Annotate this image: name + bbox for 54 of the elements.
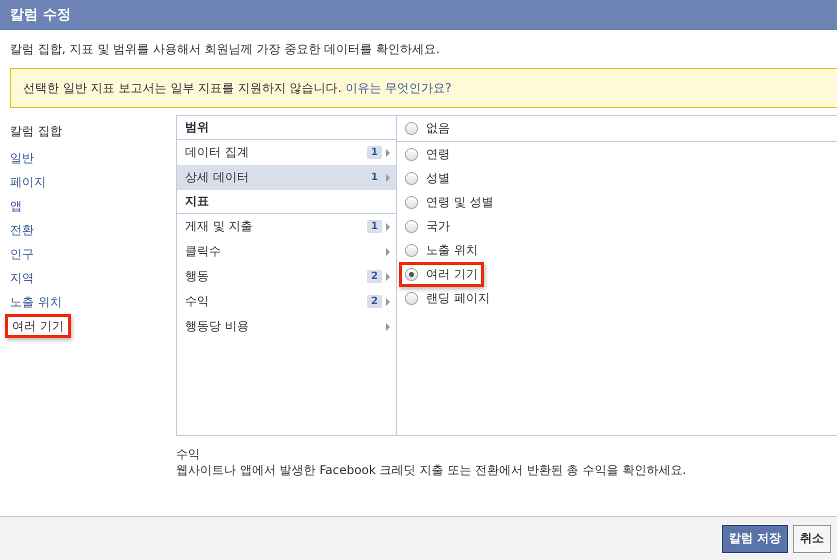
- count-badge: 2: [367, 295, 382, 308]
- sidebar-item[interactable]: 여러 기기: [5, 314, 71, 338]
- arrow-icon: [386, 148, 390, 156]
- count-badge: 1: [367, 146, 382, 159]
- arrow-icon: [386, 222, 390, 230]
- dialog-title: 칼럼 수정: [10, 6, 71, 24]
- arrow-icon: [386, 174, 390, 182]
- count-badge: 1: [367, 220, 382, 233]
- category-item[interactable]: 행동 2: [177, 264, 396, 289]
- radio-button[interactable]: [405, 292, 418, 304]
- sidebar-item[interactable]: 인구: [8, 242, 36, 266]
- arrow-icon: [386, 248, 390, 256]
- radio-option[interactable]: 여러 기기: [399, 262, 484, 286]
- section-heading: 범위: [177, 116, 396, 140]
- radio-button[interactable]: [405, 148, 418, 160]
- category-item[interactable]: 데이터 집계 1: [177, 140, 396, 165]
- category-item[interactable]: 행동당 비용: [177, 314, 396, 339]
- category-item[interactable]: 게재 및 지출 1: [177, 214, 396, 239]
- radio-option[interactable]: 성별: [399, 166, 456, 190]
- sidebar-item[interactable]: 전환: [8, 218, 36, 242]
- arrow-icon: [386, 322, 390, 330]
- arrow-icon: [386, 298, 390, 306]
- sidebar-item[interactable]: 페이지: [8, 170, 48, 194]
- radio-button[interactable]: [405, 122, 418, 135]
- subtitle-text: 칼럼 집합, 지표 및 범위를 사용해서 회원님께 가장 중요한 데이터를 확인하세요.: [9, 41, 441, 58]
- radio-option[interactable]: 노출 위치: [399, 238, 484, 262]
- radio-option[interactable]: 없음: [399, 116, 456, 141]
- count-badge: 2: [367, 270, 382, 283]
- category-item[interactable]: 클릭수: [177, 239, 396, 264]
- radio-button[interactable]: [405, 268, 418, 280]
- radio-option[interactable]: 연령 및 성별: [399, 190, 500, 214]
- radio-button[interactable]: [405, 244, 418, 256]
- sidebar-item[interactable]: 앱: [8, 194, 24, 218]
- description-title: 수익: [176, 446, 201, 462]
- arrow-icon: [386, 272, 390, 280]
- section-heading: 지표: [177, 190, 396, 214]
- radio-option[interactable]: 랜딩 페이지: [399, 286, 496, 310]
- sidebar-item[interactable]: 지역: [8, 266, 36, 290]
- notice-link[interactable]: 이유는 무엇인가요?: [345, 80, 452, 94]
- category-item[interactable]: 상세 데이터 1: [177, 165, 396, 190]
- description-text: 웹사이트나 앱에서 발생한 Facebook 크레딧 지출 또는 전환에서 반환된 총 수익을 확인하세요.: [176, 462, 688, 479]
- radio-button[interactable]: [405, 172, 418, 184]
- radio-option[interactable]: 국가: [399, 214, 456, 238]
- save-button[interactable]: 칼럼 저장: [722, 524, 788, 552]
- radio-button[interactable]: [405, 220, 418, 232]
- sidebar-item[interactable]: 노출 위치: [8, 290, 64, 314]
- radio-button[interactable]: [405, 196, 418, 208]
- item-count: 1: [370, 171, 379, 184]
- sidebar-heading: 칼럼 집합: [10, 123, 63, 140]
- notice-text: 선택한 일반 지표 보고서는 일부 지표를 지원하지 않습니다. 이유는 무엇인가요?: [23, 80, 452, 96]
- radio-option[interactable]: 연령: [399, 142, 456, 166]
- category-item[interactable]: 수익 2: [177, 289, 396, 314]
- cancel-button[interactable]: 취소: [793, 524, 831, 552]
- sidebar-item[interactable]: 일반: [8, 146, 36, 170]
